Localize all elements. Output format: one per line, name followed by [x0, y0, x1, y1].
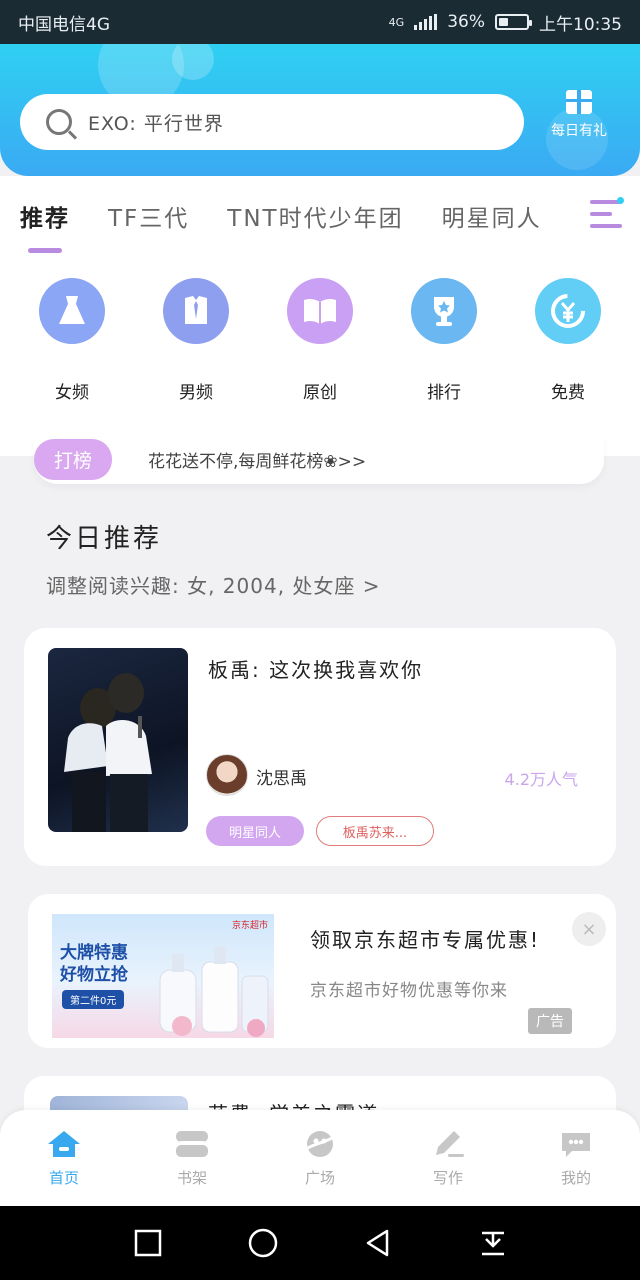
- ranking-banner[interactable]: 打榜 花花送不停,每周鲜花榜❀>>: [34, 434, 604, 484]
- ranking-text: 花花送不停,每周鲜花榜❀>>: [148, 451, 367, 472]
- category-label: 免费: [551, 383, 585, 403]
- nav-home[interactable]: 首页: [19, 1129, 109, 1188]
- chat-bubble-icon: [558, 1129, 594, 1159]
- reading-interest-link[interactable]: 调整阅读兴趣: 女, 2004, 处女座 >: [46, 570, 381, 599]
- ad-pill: 第二件0元: [62, 990, 125, 1009]
- battery-icon: [495, 14, 532, 30]
- ad-brand: 京东超市: [231, 921, 268, 931]
- product-bottles: [159, 946, 269, 1037]
- ad-banner-line: 好物立抢: [60, 965, 128, 985]
- search-input[interactable]: EXO: 平行世界: [20, 94, 524, 150]
- book-cover: [48, 648, 188, 832]
- book-title: 板禹: 这次换我喜欢你: [208, 658, 424, 682]
- category-ranking[interactable]: 排行: [394, 278, 494, 403]
- carrier-label: 中国电信4G: [18, 14, 110, 35]
- shirt-icon: [163, 278, 229, 344]
- category-row: 女频 男频 原创 排行 免费: [0, 278, 640, 403]
- nav-write[interactable]: 写作: [403, 1129, 493, 1188]
- status-indicators: 4G 36% 上午10:35: [389, 10, 622, 35]
- category-label: 排行: [427, 383, 461, 403]
- nav-square[interactable]: 广场: [275, 1129, 365, 1188]
- category-male[interactable]: 男频: [146, 278, 246, 403]
- battery-percent: 36%: [447, 12, 485, 32]
- channel-tabs: 推荐 TF三代 TNT时代少年团 明星同人: [0, 194, 580, 253]
- home-circle-icon[interactable]: [243, 1223, 283, 1263]
- section-title: 今日推荐: [46, 524, 163, 554]
- nav-label: 写作: [432, 1168, 463, 1187]
- ad-image: 京东超市 大牌特惠 好物立抢 第二件0元: [52, 914, 274, 1038]
- tab-recommend[interactable]: 推荐: [20, 199, 70, 253]
- ad-subtitle: 京东超市好物优惠等你来: [310, 981, 508, 1001]
- author-avatar: [206, 754, 248, 796]
- ad-card[interactable]: 京东超市 大牌特惠 好物立抢 第二件0元 领取京东超市专属优惠! 京东超市好物优…: [28, 894, 616, 1048]
- tab-star-fanfic[interactable]: 明星同人: [442, 199, 542, 233]
- network-label: 4G: [388, 15, 405, 29]
- coin-icon: [535, 278, 601, 344]
- menu-icon[interactable]: [590, 197, 624, 228]
- header: EXO: 平行世界 每日有礼: [0, 44, 640, 176]
- book-tag: 板禹苏来...: [316, 816, 434, 846]
- category-label: 男频: [179, 383, 213, 403]
- category-female[interactable]: 女频: [22, 278, 122, 403]
- ranking-badge: 打榜: [34, 438, 113, 480]
- category-free[interactable]: 免费: [518, 278, 618, 403]
- ad-title: 领取京东超市专属优惠!: [310, 928, 541, 952]
- home-icon: [46, 1129, 82, 1159]
- back-icon[interactable]: [358, 1223, 398, 1263]
- search-icon: [46, 109, 72, 135]
- bottom-nav: 首页 书架 广场 写作 我的: [0, 1110, 640, 1206]
- bookshelf-icon: [174, 1129, 210, 1159]
- book-icon: [287, 278, 353, 344]
- dress-icon: [39, 278, 105, 344]
- search-placeholder: EXO: 平行世界: [88, 112, 224, 135]
- notification-pull-icon[interactable]: [473, 1223, 513, 1263]
- gift-icon: [566, 90, 592, 114]
- signal-icon: [414, 14, 438, 30]
- planet-icon: [302, 1129, 338, 1159]
- popularity-count: 4.2万人气: [504, 770, 578, 789]
- daily-gift-label: 每日有礼: [551, 123, 607, 139]
- book-tag: 明星同人: [206, 816, 304, 846]
- nav-bookshelf[interactable]: 书架: [147, 1129, 237, 1188]
- category-label: 女频: [55, 383, 89, 403]
- header-bubble-small: [172, 44, 214, 80]
- category-original[interactable]: 原创: [270, 278, 370, 403]
- nav-label: 广场: [304, 1168, 335, 1187]
- system-nav-bar: [0, 1206, 640, 1280]
- tab-tf-third[interactable]: TF三代: [108, 199, 189, 233]
- close-icon[interactable]: ×: [572, 912, 606, 946]
- ad-banner-text: 大牌特惠 好物立抢: [60, 942, 128, 986]
- nav-label: 书架: [176, 1168, 207, 1187]
- tab-tnt[interactable]: TNT时代少年团: [227, 199, 403, 233]
- pen-icon: [430, 1129, 466, 1159]
- nav-mine[interactable]: 我的: [531, 1129, 621, 1188]
- nav-label: 我的: [560, 1168, 591, 1187]
- trophy-icon: [411, 278, 477, 344]
- clock: 上午10:35: [539, 14, 622, 35]
- nav-label: 首页: [48, 1168, 79, 1187]
- ad-banner-line: 大牌特惠: [60, 943, 128, 963]
- status-bar: 中国电信4G 4G 36% 上午10:35: [0, 0, 640, 44]
- ad-label: 广告: [528, 1008, 572, 1034]
- daily-gift-button[interactable]: 每日有礼: [544, 90, 614, 140]
- book-card[interactable]: 板禹: 这次换我喜欢你 沈思禹 4.2万人气 明星同人 板禹苏来...: [24, 628, 616, 866]
- recent-apps-icon[interactable]: [128, 1223, 168, 1263]
- author-name: 沈思禹: [256, 769, 307, 789]
- category-label: 原创: [303, 383, 337, 403]
- channel-area: 推荐 TF三代 TNT时代少年团 明星同人 女频 男频 原创 排行 免费: [0, 176, 640, 456]
